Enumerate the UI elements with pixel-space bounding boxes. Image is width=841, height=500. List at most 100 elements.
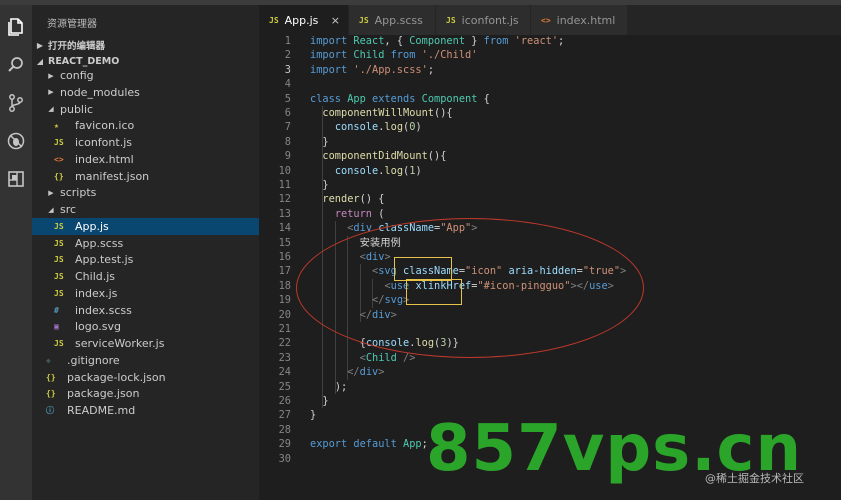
- line-number: 8: [284, 135, 291, 148]
- code-line[interactable]: 25 );: [259, 380, 841, 394]
- tree-item[interactable]: ⓘ README.md: [32, 402, 273, 419]
- tree-item[interactable]: JS Child.js: [32, 268, 281, 285]
- js-file-icon: JS: [54, 255, 64, 265]
- chevron-right-icon: ▶: [48, 88, 54, 97]
- line-number: 24: [278, 366, 291, 379]
- files-icon[interactable]: [4, 15, 28, 39]
- tree-item-label: src: [60, 203, 77, 216]
- code-line[interactable]: 23 <Child />: [259, 351, 841, 365]
- tab-app-scss[interactable]: JS App.scss: [349, 5, 436, 35]
- explorer-title: 资源管理器: [47, 19, 97, 30]
- code-line[interactable]: 8 }: [259, 135, 841, 149]
- tab-app-js[interactable]: JS App.js ×: [259, 5, 349, 35]
- tree-item-label: config: [60, 69, 94, 82]
- tree-item-label: manifest.json: [75, 169, 150, 183]
- line-number: 10: [278, 164, 291, 177]
- line-number: 4: [284, 78, 291, 91]
- tree-item-label: index.scss: [75, 303, 132, 317]
- tree-item-label: package.json: [67, 387, 140, 401]
- code-line[interactable]: 12 render() {: [259, 192, 841, 206]
- tree-item[interactable]: ◆ .gitignore: [32, 352, 273, 369]
- line-number: 28: [278, 423, 291, 436]
- extensions-icon[interactable]: [4, 167, 28, 191]
- source-control-icon[interactable]: [4, 91, 28, 115]
- close-icon[interactable]: ×: [331, 14, 340, 27]
- tree-item[interactable]: ◢ src: [32, 201, 273, 218]
- line-number: 9: [284, 150, 291, 163]
- tree-item[interactable]: ▶ node_modules: [32, 84, 273, 101]
- line-number: 16: [278, 251, 291, 263]
- tree-item-label: scripts: [60, 186, 97, 200]
- tree-item[interactable]: {} manifest.json: [32, 168, 281, 185]
- html-file-icon: <>: [541, 15, 551, 25]
- tree-item-label: node_modules: [60, 85, 140, 99]
- tree-item-label: index.js: [75, 286, 118, 300]
- tree-item-label: favicon.ico: [75, 119, 135, 133]
- tree-item-label: App.test.js: [75, 253, 134, 267]
- code-line[interactable]: 10 console.log(1): [259, 164, 841, 178]
- code-line[interactable]: 5 class App extends Component {: [259, 92, 841, 106]
- code-line[interactable]: 3 import './App.scss';: [259, 63, 841, 77]
- code-line[interactable]: 7 console.log(0): [259, 120, 841, 134]
- line-number: 6: [284, 107, 291, 119]
- line-number: 11: [278, 179, 291, 191]
- code-line[interactable]: 6 componentWillMount(){: [259, 106, 841, 120]
- tree-item-label: public: [60, 102, 94, 116]
- tree-item-label: App.js: [75, 219, 109, 233]
- chevron-down-icon: ◢: [48, 105, 54, 113]
- explorer-sidebar: 资源管理器 ▶ 打开的编辑器 ◢ REACT_DEMO ▶ config ▶ node…: [32, 5, 281, 500]
- tab-label: App.scss: [374, 13, 423, 27]
- tab-label: App.js: [284, 13, 319, 27]
- code-line[interactable]: 24 </div>: [259, 365, 841, 379]
- line-number: 7: [284, 121, 291, 134]
- code-line[interactable]: 4: [259, 77, 841, 91]
- line-code: <Child />: [359, 351, 416, 364]
- line-number: 26: [278, 395, 291, 407]
- tree-item[interactable]: {} package.json: [32, 385, 273, 402]
- tree-item[interactable]: JS serviceWorker.js: [32, 335, 281, 352]
- tree-item-label: package-lock.json: [67, 370, 166, 384]
- tab-index-html[interactable]: <> index.html: [531, 5, 628, 35]
- line-code: console.log(0): [334, 121, 422, 134]
- line-code: console.log(1): [334, 164, 422, 177]
- tree-item[interactable]: JS App.js: [32, 217, 281, 235]
- js-file-icon: JS: [54, 339, 64, 348]
- line-number: 21: [278, 323, 291, 335]
- tree-item-label: iconfont.js: [75, 136, 132, 149]
- code-line[interactable]: 26 }: [259, 394, 841, 408]
- info-icon: ⓘ: [46, 406, 54, 415]
- js-file-icon: JS: [54, 238, 64, 248]
- tree-item[interactable]: JS index.js: [32, 285, 281, 302]
- tree-item[interactable]: JS App.test.js: [32, 251, 281, 268]
- debug-icon[interactable]: [4, 129, 28, 153]
- line-code: }: [310, 409, 317, 422]
- tree-item[interactable]: JS App.scss: [32, 235, 281, 252]
- tree-item[interactable]: ◢ public: [32, 101, 273, 118]
- tree-item[interactable]: ★ favicon.ico: [32, 117, 281, 134]
- code-line[interactable]: 2 import Child from './Child': [259, 48, 841, 62]
- tree-item[interactable]: # index.scss: [32, 302, 281, 319]
- js-file-icon: JS: [446, 15, 456, 25]
- code-line[interactable]: 9 componentDidMount(){: [259, 149, 841, 163]
- code-line[interactable]: 11 }: [259, 178, 841, 192]
- code-line[interactable]: 1 import React, { Component } from 'react…: [259, 34, 841, 48]
- line-code: </div>: [347, 366, 385, 379]
- tree-item[interactable]: <> index.html: [32, 151, 281, 168]
- tree-item[interactable]: ▣ logo.svg: [32, 318, 281, 335]
- chevron-right-icon: ▶: [36, 40, 44, 50]
- code-line[interactable]: 13 return (: [259, 207, 841, 221]
- tab-label: iconfont.js: [461, 13, 519, 27]
- search-icon[interactable]: [4, 53, 28, 77]
- html-file-icon: <>: [54, 154, 64, 164]
- tab-iconfont-js[interactable]: JS iconfont.js: [436, 5, 531, 35]
- watermark-caption: @稀土掘金技术社区: [705, 472, 804, 485]
- line-number: 17: [278, 265, 291, 278]
- tree-item[interactable]: JS iconfont.js: [32, 134, 281, 151]
- git-icon: ◆: [46, 355, 51, 365]
- tree-item[interactable]: {} package-lock.json: [32, 369, 273, 386]
- tree-item[interactable]: ▶ config: [32, 67, 273, 84]
- tree-item[interactable]: ▶ scripts: [32, 184, 273, 201]
- open-editors-section[interactable]: ▶ 打开的编辑器: [32, 37, 259, 53]
- json-file-icon: {}: [46, 372, 56, 382]
- scss-file-icon: #: [54, 305, 59, 315]
